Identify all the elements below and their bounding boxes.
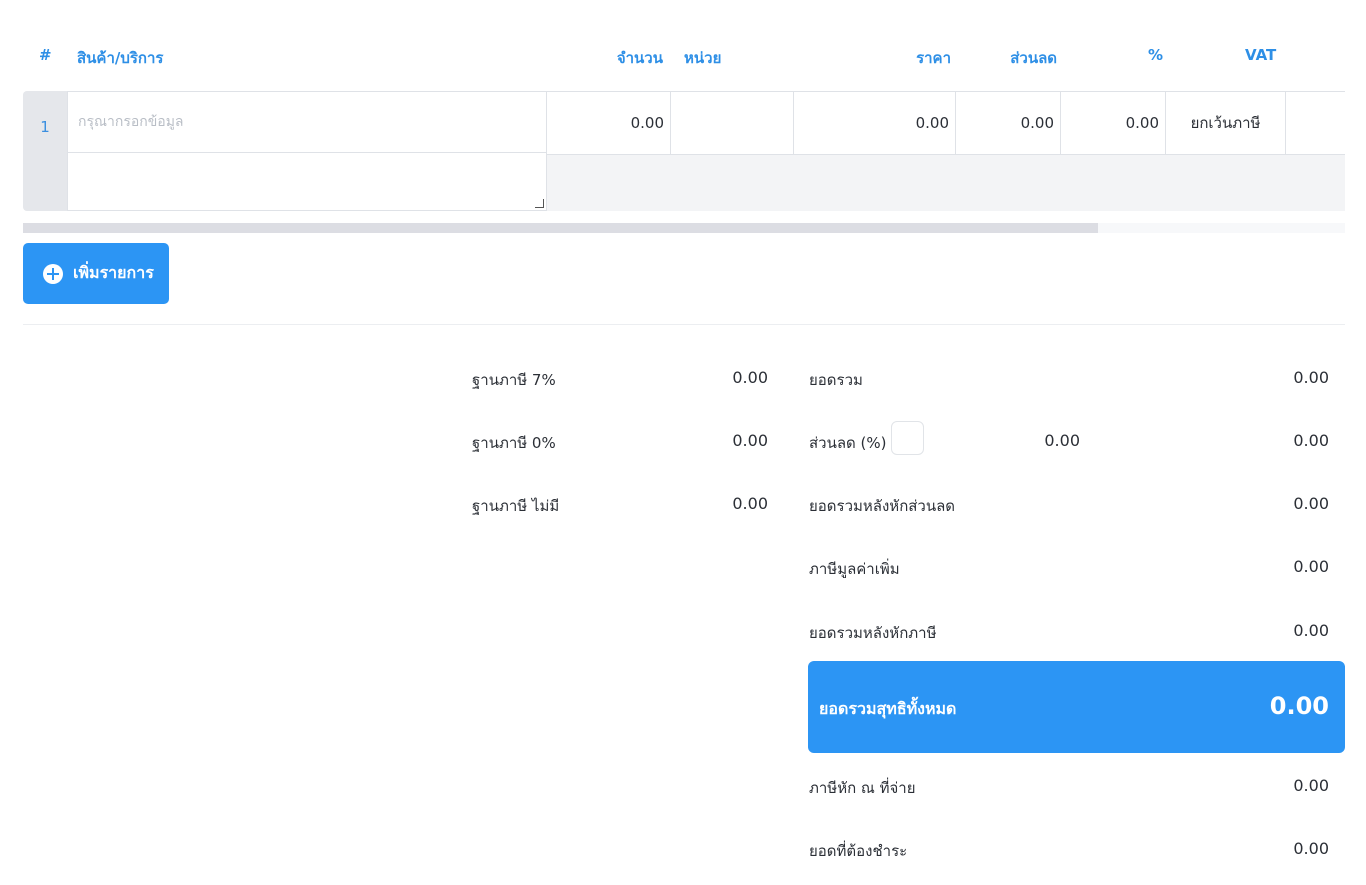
after-vat-label: ยอดรวมหลังหักภาษี [809, 624, 937, 642]
discount-amount: 0.00 [1044, 431, 1080, 450]
percent-cell [1060, 91, 1166, 155]
table-row: 1 ยกเว้นภาษี [23, 91, 1345, 211]
tax-base-7-label: ฐานภาษี 7% [472, 371, 556, 389]
quantity-cell [546, 91, 671, 155]
percent-input[interactable] [1061, 92, 1165, 154]
row-sub-area [547, 155, 1345, 211]
header-discount: ส่วนลด [1010, 49, 1057, 67]
header-index: # [39, 46, 52, 64]
vat-select[interactable]: ยกเว้นภาษี [1165, 91, 1286, 155]
product-name-input[interactable] [68, 92, 546, 152]
header-vat: VAT [1245, 46, 1277, 64]
discount-percent-input[interactable] [891, 421, 924, 455]
unit-input[interactable] [671, 92, 793, 154]
header-percent: % [1147, 46, 1163, 64]
quantity-input[interactable] [547, 92, 670, 154]
amount-due-value: 0.00 [1293, 839, 1329, 858]
subtotal-value: 0.00 [1293, 368, 1329, 387]
discount-value: 0.00 [1293, 431, 1329, 450]
horizontal-scrollbar-thumb[interactable] [23, 223, 1098, 233]
after-discount-value: 0.00 [1293, 494, 1329, 513]
row-index-number: 1 [40, 118, 50, 136]
subtotal-label: ยอดรวม [809, 371, 863, 389]
grand-total-value: 0.00 [1269, 692, 1329, 720]
tax-base-none-value: 0.00 [732, 494, 768, 513]
vat-label: ภาษีมูลค่าเพิ่ม [809, 560, 900, 578]
tax-base-7-value: 0.00 [732, 368, 768, 387]
tax-base-none-label: ฐานภาษี ไม่มี [472, 497, 560, 515]
add-item-label: เพิ่มรายการ [73, 263, 154, 282]
withholding-label: ภาษีหัก ณ ที่จ่าย [809, 779, 916, 797]
after-vat-value: 0.00 [1293, 621, 1329, 640]
resize-handle-icon[interactable] [535, 199, 544, 208]
price-cell [793, 91, 956, 155]
vat-select-value: ยกเว้นภาษี [1190, 114, 1261, 132]
unit-cell [670, 91, 794, 155]
price-input[interactable] [794, 92, 955, 154]
amount-due-label: ยอดที่ต้องชำระ [809, 842, 908, 860]
vat-value: 0.00 [1293, 557, 1329, 576]
row-index: 1 [23, 91, 67, 211]
items-table-header: # สินค้า/บริการ จำนวน หน่วย ราคา ส่วนลด … [23, 0, 1345, 91]
invoice-items-page: # สินค้า/บริการ จำนวน หน่วย ราคา ส่วนลด … [0, 0, 1366, 885]
header-product: สินค้า/บริการ [77, 49, 164, 67]
discount-percent-label: ส่วนลด (%) [809, 434, 887, 452]
product-description-cell [67, 152, 547, 211]
header-unit: หน่วย [684, 49, 722, 67]
add-item-button[interactable]: เพิ่มรายการ [23, 243, 169, 304]
plus-circle-icon [43, 263, 63, 284]
product-description-textarea[interactable] [68, 153, 546, 210]
grand-total-label: ยอดรวมสุทธิทั้งหมด [819, 699, 957, 718]
grand-total-box: ยอดรวมสุทธิทั้งหมด 0.00 [808, 661, 1345, 753]
header-quantity: จำนวน [616, 49, 663, 67]
product-name-cell [67, 91, 547, 153]
tax-base-0-label: ฐานภาษี 0% [472, 434, 556, 452]
section-divider [23, 324, 1345, 325]
header-price: ราคา [916, 49, 951, 67]
after-discount-label: ยอดรวมหลังหักส่วนลด [809, 497, 956, 515]
withholding-value: 0.00 [1293, 776, 1329, 795]
tax-base-0-value: 0.00 [732, 431, 768, 450]
discount-input[interactable] [956, 92, 1060, 154]
discount-cell [955, 91, 1061, 155]
row-extra-cell [1285, 91, 1345, 155]
